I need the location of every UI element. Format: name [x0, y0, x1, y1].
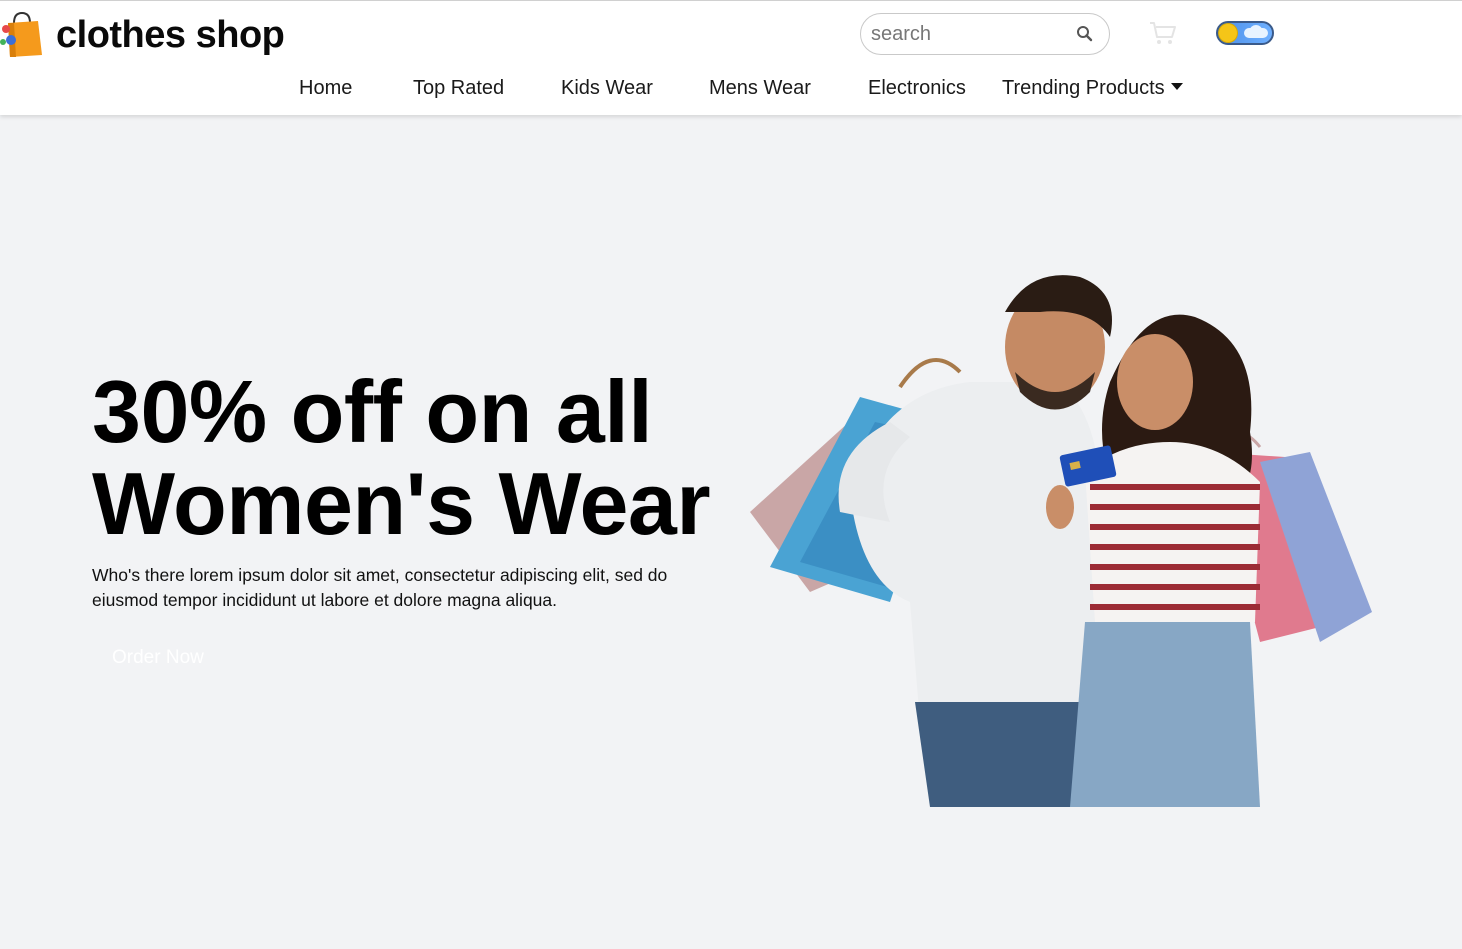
caret-down-icon	[1170, 83, 1183, 91]
nav-item-mens-wear[interactable]: Mens Wear	[709, 77, 811, 100]
hero-image	[740, 262, 1380, 807]
couple-with-shopping-bags-image	[750, 275, 1372, 807]
theme-toggle[interactable]	[1216, 21, 1274, 45]
shopping-bag-icon	[0, 9, 44, 57]
logo-text: clothes shop	[56, 14, 285, 56]
search-bar	[860, 13, 1110, 55]
sun-icon	[1219, 24, 1237, 42]
cart-icon[interactable]	[1148, 19, 1178, 47]
site-header: clothes shop Home Top Rated Kids Wear Me…	[0, 0, 1462, 115]
hero-description: Who's there lorem ipsum dolor sit amet, …	[92, 565, 668, 610]
nav-item-electronics[interactable]: Electronics	[868, 77, 966, 100]
hero-title-line-1: 30% off on all	[92, 362, 653, 461]
cloud-icon	[1244, 28, 1268, 38]
order-now-button[interactable]: Order Now	[92, 640, 224, 676]
nav-item-kids-wear[interactable]: Kids Wear	[561, 77, 653, 100]
main-nav: Home Top Rated Kids Wear Mens Wear Elect…	[0, 77, 1462, 109]
hero-title: 30% off on all Women's Wear	[92, 366, 772, 550]
logo[interactable]: clothes shop	[0, 9, 285, 57]
hero-title-line-2: Women's Wear	[92, 454, 711, 553]
nav-item-top-rated[interactable]: Top Rated	[413, 77, 504, 100]
nav-item-label: Trending Products	[1002, 77, 1165, 99]
search-icon[interactable]	[1075, 24, 1095, 44]
nav-item-home[interactable]: Home	[299, 77, 352, 100]
nav-item-trending-products[interactable]: Trending Products	[1002, 77, 1183, 100]
search-input[interactable]	[861, 15, 1061, 53]
